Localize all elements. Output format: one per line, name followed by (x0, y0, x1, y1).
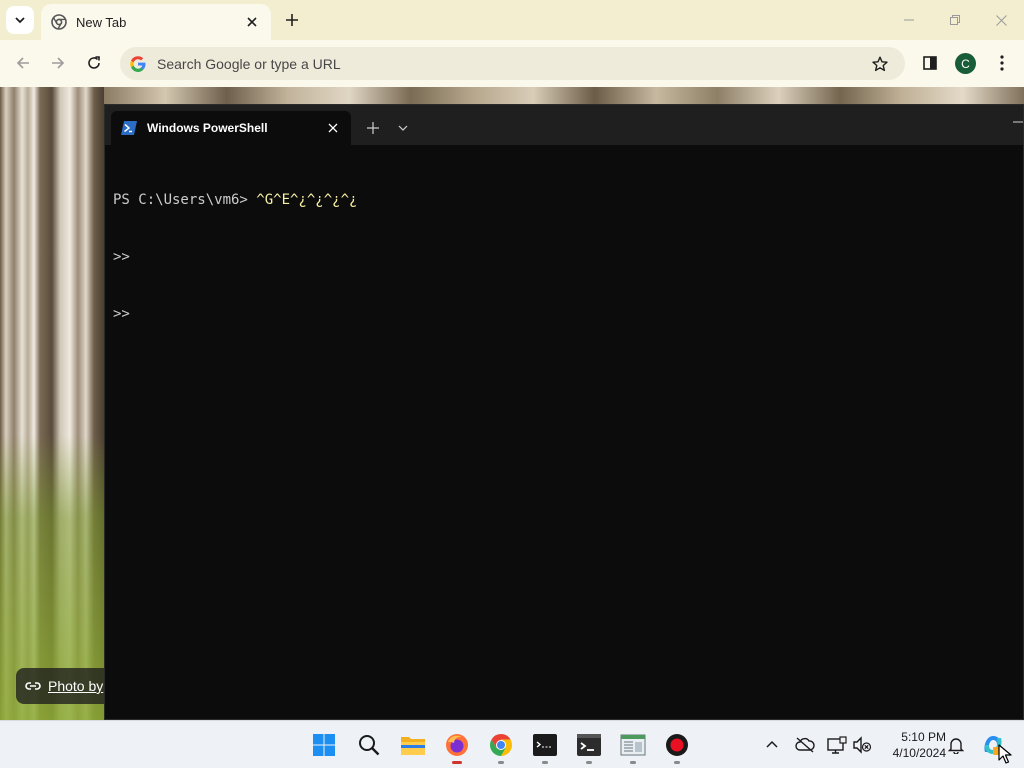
arrow-right-icon (51, 56, 65, 70)
chevron-up-icon (766, 739, 778, 751)
taskbar-recorder[interactable] (661, 729, 693, 764)
bookmark-star-icon[interactable] (869, 53, 891, 75)
network-display-icon (827, 736, 847, 754)
close-window-button[interactable] (978, 6, 1024, 34)
more-vertical-icon (1000, 55, 1004, 71)
browser-tabstrip: New Tab (0, 0, 1024, 40)
terminal-titlebar: Windows PowerShell (105, 105, 1023, 145)
profile-avatar[interactable]: C (955, 53, 976, 74)
terminal-tab-title: Windows PowerShell (147, 121, 268, 135)
running-indicator (630, 761, 636, 764)
taskbar-firefox[interactable] (441, 729, 473, 764)
close-terminal-tab-icon[interactable] (325, 120, 341, 136)
new-tab-button[interactable] (280, 8, 304, 32)
terminal-output[interactable]: PS C:\Users\vm6> ^G^E^¿^¿^¿^¿ >> >> (113, 153, 1013, 711)
firefox-icon (445, 733, 469, 757)
tab-search-button[interactable] (6, 6, 34, 34)
terminal-command: ^G^E^¿^¿^¿^¿ (256, 192, 358, 208)
google-logo-icon (129, 55, 147, 73)
record-icon (665, 733, 689, 757)
bell-icon (948, 736, 964, 754)
taskbar-chrome[interactable] (485, 729, 517, 764)
terminal-prompt: PS C:\Users\vm6> (113, 192, 257, 208)
start-button[interactable] (308, 729, 340, 761)
taskbar-search-button[interactable] (353, 729, 385, 761)
restore-icon (950, 15, 960, 25)
powershell-app-icon (576, 733, 602, 757)
volume-tray-button[interactable] (851, 734, 873, 756)
omnibox[interactable] (120, 47, 905, 80)
terminal-prompt-line: PS C:\Users\vm6> ^G^E^¿^¿^¿^¿ (113, 191, 1013, 210)
start-icon (312, 733, 336, 757)
terminal-continuation-line: >> (113, 249, 130, 265)
minimize-icon (1013, 117, 1023, 127)
taskbar: 5:10 PM 4/10/2024 (0, 720, 1024, 768)
chrome-menu-button[interactable] (990, 51, 1014, 75)
notepad-icon (620, 733, 646, 757)
onedrive-tray-button[interactable] (794, 734, 816, 756)
terminal-profiles-dropdown[interactable] (393, 118, 413, 138)
back-button[interactable] (8, 48, 38, 78)
running-indicator (674, 761, 680, 764)
link-icon (24, 677, 42, 695)
minimize-button[interactable] (886, 6, 932, 34)
notifications-button[interactable] (945, 734, 967, 756)
chrome-icon (489, 733, 513, 757)
network-tray-button[interactable] (826, 734, 848, 756)
clock-time: 5:10 PM (901, 730, 946, 744)
side-panel-icon (923, 56, 937, 70)
taskbar-terminal[interactable] (529, 729, 561, 764)
terminal-new-tab-button[interactable] (363, 118, 383, 138)
taskbar-notepad[interactable] (617, 729, 649, 764)
browser-toolbar: C (0, 40, 1024, 87)
running-indicator (542, 761, 548, 764)
file-explorer-icon (400, 734, 426, 756)
close-icon (995, 14, 1007, 26)
running-indicator (586, 761, 592, 764)
powershell-icon (121, 121, 137, 135)
taskbar-file-explorer[interactable] (397, 729, 429, 761)
terminal-tab[interactable]: Windows PowerShell (111, 111, 351, 145)
mouse-cursor-icon (998, 744, 1012, 764)
plus-icon (286, 14, 298, 26)
terminal-continuation-line: >> (113, 306, 130, 322)
plus-icon (367, 122, 379, 134)
taskbar-clock[interactable]: 5:10 PM 4/10/2024 (878, 729, 946, 761)
photo-credit-text: Photo by (48, 678, 104, 694)
tab-new-tab[interactable]: New Tab (41, 4, 271, 40)
chevron-down-icon (398, 123, 408, 133)
taskbar-powershell[interactable] (573, 729, 605, 764)
terminal-minimize-button[interactable] (1009, 115, 1023, 129)
address-input[interactable] (157, 55, 837, 72)
chrome-favicon-icon (51, 14, 67, 30)
clock-date: 4/10/2024 (892, 746, 946, 760)
terminal-window: Windows PowerShell PS C:\Users\vm6> ^G^E… (104, 104, 1024, 720)
close-tab-icon[interactable] (243, 13, 261, 31)
minimize-icon (904, 15, 914, 25)
reload-button[interactable] (79, 48, 109, 78)
speaker-muted-icon (852, 736, 872, 754)
reload-icon (87, 56, 101, 70)
show-hidden-icons-button[interactable] (761, 734, 783, 756)
restore-button[interactable] (932, 6, 978, 34)
background-photo-strip (104, 87, 1024, 105)
chevron-down-icon (14, 14, 26, 26)
arrow-left-icon (16, 56, 30, 70)
terminal-app-icon (532, 733, 558, 757)
running-indicator (498, 761, 504, 764)
tab-title: New Tab (76, 14, 127, 30)
cloud-offline-icon (795, 737, 815, 753)
side-panel-button[interactable] (918, 51, 942, 75)
forward-button[interactable] (43, 48, 73, 78)
running-indicator (452, 761, 462, 764)
search-icon (358, 734, 380, 756)
